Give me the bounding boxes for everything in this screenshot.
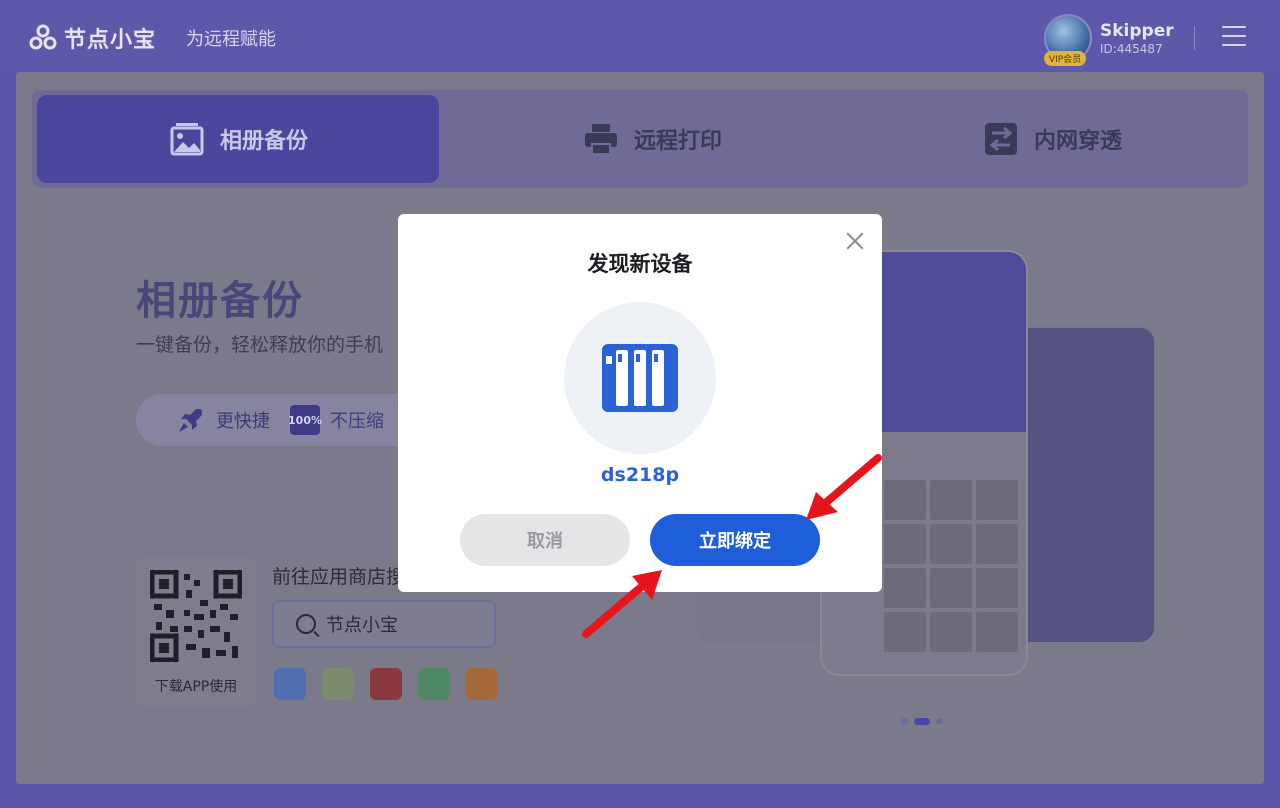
nas-device-icon bbox=[602, 344, 678, 412]
menu-icon[interactable] bbox=[1222, 26, 1246, 46]
new-device-dialog: 发现新设备 ds218p 取消 立即绑定 bbox=[398, 214, 882, 592]
store-title: 前往应用商店搜 bbox=[272, 566, 406, 588]
network-tunnel-icon bbox=[984, 123, 1017, 155]
close-icon[interactable] bbox=[844, 230, 866, 252]
user-name: Skipper bbox=[1100, 20, 1174, 41]
phone-mockup-side bbox=[1012, 328, 1154, 642]
rocket-icon bbox=[179, 409, 202, 432]
feature-tabs: 相册备份 远程打印 内网穿透 bbox=[32, 90, 1248, 188]
tab-remote-print[interactable]: 远程打印 bbox=[452, 95, 852, 183]
top-bar: 节点小宝 为远程赋能 VIP会员 Skipper ID:445487 bbox=[0, 0, 1280, 72]
qq-store-icon[interactable] bbox=[322, 668, 354, 700]
tab-photo-backup[interactable]: 相册备份 bbox=[37, 95, 439, 183]
app-name: 节点小宝 bbox=[64, 28, 157, 53]
cancel-button[interactable]: 取消 bbox=[460, 514, 630, 566]
feature-fast: 更快捷 bbox=[176, 405, 270, 435]
tab-label: 内网穿透 bbox=[1033, 129, 1122, 154]
qr-caption: 下载APP使用 bbox=[154, 679, 238, 695]
huawei-store-icon[interactable] bbox=[370, 668, 402, 700]
android-store-icon[interactable] bbox=[418, 668, 450, 700]
app-logo-icon bbox=[29, 24, 57, 50]
carousel-dots[interactable] bbox=[901, 718, 943, 725]
feature-pills: 更快捷 100% 不压缩 bbox=[136, 394, 436, 446]
printer-icon bbox=[584, 124, 617, 155]
dialog-title: 发现新设备 bbox=[587, 252, 693, 276]
bind-now-button[interactable]: 立即绑定 bbox=[650, 514, 820, 566]
brand: 节点小宝 为远程赋能 bbox=[28, 22, 276, 54]
qr-code-icon bbox=[150, 570, 242, 662]
annotation-arrow-icon bbox=[582, 570, 662, 638]
app-slogan: 为远程赋能 bbox=[186, 29, 277, 50]
search-icon bbox=[296, 614, 316, 634]
page-title: 相册备份 bbox=[136, 278, 304, 324]
store-list bbox=[274, 668, 498, 700]
avatar[interactable]: VIP会员 bbox=[1044, 14, 1092, 66]
xiaomi-store-icon[interactable] bbox=[466, 668, 498, 700]
divider bbox=[1194, 26, 1195, 50]
feature-no-compress: 100% 不压缩 bbox=[288, 405, 384, 435]
device-avatar bbox=[564, 302, 716, 454]
qr-code-card: 下载APP使用 bbox=[136, 558, 256, 706]
vip-badge: VIP会员 bbox=[1044, 51, 1087, 66]
app-store-icon[interactable] bbox=[274, 668, 306, 700]
user-profile[interactable]: VIP会员 Skipper ID:445487 bbox=[1044, 14, 1174, 66]
tab-label: 相册备份 bbox=[219, 129, 308, 154]
feature-label: 更快捷 bbox=[216, 411, 270, 432]
annotation-arrow-icon bbox=[806, 454, 882, 520]
photo-album-icon bbox=[170, 123, 204, 156]
user-id: ID:445487 bbox=[1100, 41, 1163, 56]
tab-intranet-tunnel[interactable]: 内网穿透 bbox=[852, 95, 1252, 183]
feature-label: 不压缩 bbox=[330, 411, 384, 432]
store-search-box: 节点小宝 bbox=[272, 600, 496, 648]
tab-label: 远程打印 bbox=[633, 129, 722, 154]
page-subtitle: 一键备份，轻松释放你的手机 bbox=[136, 334, 384, 356]
store-search-text: 节点小宝 bbox=[326, 615, 398, 636]
100-percent-icon: 100% bbox=[288, 405, 322, 435]
